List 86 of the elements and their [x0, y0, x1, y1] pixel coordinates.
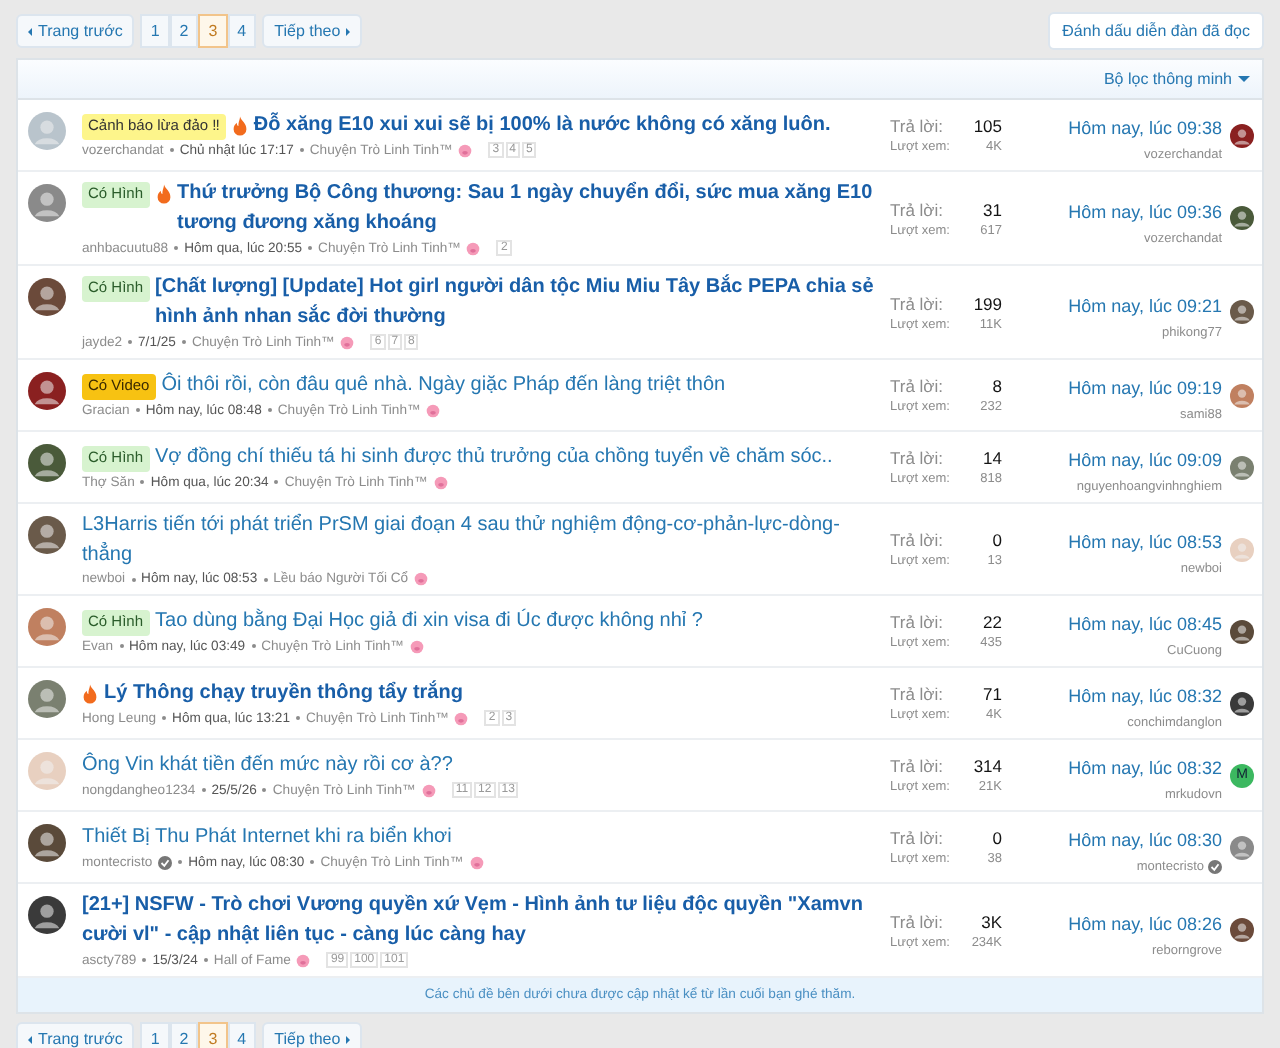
verified-icon	[158, 855, 173, 870]
last-post-link[interactable]: Hôm nay, lúc 08:45	[1068, 614, 1222, 634]
replies-label: Trả lời:	[890, 911, 944, 931]
last-post-link[interactable]: Hôm nay, lúc 08:30	[1068, 830, 1222, 850]
page-link[interactable]: 4	[227, 14, 257, 48]
emoji-icon	[458, 143, 473, 158]
thread-title-link[interactable]: Ôi thôi rồi, còn đâu quê nhà. Ngày giặc Pháp đến làng triệt thôn	[161, 372, 878, 402]
avatar-icon[interactable]	[28, 444, 66, 482]
thread-title-link[interactable]: Lý Thông chạy truyền thông tẩy trắng	[104, 679, 878, 709]
reply-count: 71	[983, 684, 1002, 704]
reply-count: 199	[973, 293, 1002, 313]
replies-label: Trả lời:	[890, 199, 944, 219]
next-page-link[interactable]: Tiếp theo	[262, 1022, 363, 1048]
reply-count: 3K	[981, 911, 1002, 931]
flame-icon	[155, 184, 172, 204]
flame-icon	[82, 683, 98, 704]
emoji-icon	[433, 475, 448, 490]
page-link[interactable]: 3	[198, 1022, 228, 1048]
reply-count: 314	[973, 756, 1002, 776]
reply-count: 0	[992, 530, 1002, 550]
avatar-icon[interactable]	[1230, 691, 1254, 715]
mark-read-button[interactable]: Đánh dấu diễn đàn đã đọc	[1048, 12, 1264, 50]
thread-title-link[interactable]: L3Harris tiến tới phát triển PrSM giai đoạn 4 sau thử nghiệm động-cơ-phản-lực-dòng-thẳng	[82, 512, 878, 570]
page-link[interactable]: 2	[169, 14, 199, 48]
reply-count: 0	[992, 828, 1002, 848]
flame-icon	[231, 115, 248, 136]
reply-count: 22	[983, 612, 1002, 632]
previous-page-link[interactable]: Trang trước	[16, 14, 135, 48]
last-post-link[interactable]: Hôm nay, lúc 08:53	[1068, 532, 1222, 552]
avatar-icon[interactable]	[1230, 619, 1254, 643]
next-page-link[interactable]: Tiếp theo	[262, 14, 363, 48]
replies-label: Trả lời:	[890, 828, 944, 848]
avatar-icon[interactable]	[1230, 300, 1254, 324]
emoji-icon	[409, 639, 424, 654]
page-link[interactable]: 3	[198, 14, 228, 48]
emoji-icon	[296, 953, 311, 967]
avatar-icon[interactable]	[28, 896, 66, 934]
reply-count: 14	[983, 448, 1002, 468]
thread-title-link[interactable]: Vợ đồng chí thiếu tá hi sinh được thủ trưởng của chồng tuyển về chăm sóc..	[155, 444, 878, 474]
emoji-icon	[414, 572, 429, 586]
thread-title-link[interactable]: Ông Vin khát tiền đến mức này rồi cơ à??	[82, 751, 878, 781]
thread-title-link[interactable]: [Chất lượng] [Update] Hot girl người dân tộc Miu Miu Tây Bắc PEPA chia sẻ hình ảnh nhan sắc đời thường	[155, 274, 878, 332]
avatar-icon[interactable]	[1230, 123, 1254, 147]
avatar-icon[interactable]	[28, 372, 66, 410]
thread-title-link[interactable]: Đỗ xăng E10 xui xui sẽ bị 100% là nước không có xăng luôn.	[253, 111, 878, 141]
thread-title-link[interactable]: Thứ trưởng Bộ Công thương: Sau 1 ngày chuyển đổi, sức mua xăng E10 tương đương xăng khoáng	[177, 180, 878, 238]
page-link[interactable]: 1	[140, 14, 170, 48]
verified-icon	[1208, 860, 1222, 874]
avatar-icon[interactable]	[28, 824, 66, 862]
last-post-link[interactable]: Hôm nay, lúc 09:38	[1068, 118, 1222, 138]
thread-title-link[interactable]: [21+] NSFW - Trò chơi Vương quyền xứ Vẹm - Hình ảnh tư liệu độc quyền "Xamvn cười vl" - cập nhật liên tục - càng lúc càng hay	[82, 892, 878, 950]
avatar-icon[interactable]	[1230, 206, 1254, 230]
emoji-icon	[466, 241, 481, 255]
replies-label: Trả lời:	[890, 448, 944, 468]
replies-label: Trả lời:	[890, 530, 944, 550]
avatar-icon[interactable]	[28, 278, 66, 316]
last-post-link[interactable]: Hôm nay, lúc 09:21	[1068, 295, 1222, 315]
reply-count: 8	[992, 376, 1002, 396]
last-post-link[interactable]: Hôm nay, lúc 08:26	[1068, 913, 1222, 933]
thread-title-link[interactable]: Tao dùng bằng Đại Học giả đi xin visa đi Úc được không nhỉ ?	[155, 608, 878, 638]
last-post-link[interactable]: Hôm nay, lúc 09:09	[1068, 450, 1222, 470]
emoji-icon	[340, 335, 355, 349]
page-link[interactable]: 1	[140, 1022, 170, 1048]
emoji-icon	[469, 855, 484, 870]
avatar-icon[interactable]	[28, 516, 66, 554]
reply-count: 105	[973, 116, 1002, 136]
replies-label: Trả lời:	[890, 293, 944, 313]
emoji-icon	[426, 403, 441, 418]
last-post-link[interactable]: Hôm nay, lúc 08:32	[1068, 758, 1222, 778]
page-link[interactable]: 2	[169, 1022, 199, 1048]
last-post-link[interactable]: Hôm nay, lúc 08:32	[1068, 686, 1222, 706]
filter-menu[interactable]: Bộ lọc thông minh	[1103, 70, 1250, 88]
last-post-link[interactable]: Hôm nay, lúc 09:36	[1068, 201, 1222, 221]
previous-page-link[interactable]: Trang trước	[16, 1022, 135, 1048]
replies-label: Trả lời:	[890, 756, 944, 776]
replies-label: Trả lời:	[890, 376, 944, 396]
emoji-icon	[454, 711, 469, 726]
emoji-icon	[421, 783, 436, 798]
replies-label: Trả lời:	[890, 684, 944, 704]
page-link[interactable]: 4	[227, 1022, 257, 1048]
thread-title-link[interactable]: Thiết Bị Thu Phát Internet khi ra biển khơi	[82, 824, 878, 854]
avatar-icon[interactable]	[1230, 918, 1254, 942]
last-post-link[interactable]: Hôm nay, lúc 09:19	[1068, 378, 1222, 398]
replies-label: Trả lời:	[890, 612, 944, 632]
replies-label: Trả lời:	[890, 116, 944, 136]
reply-count: 31	[983, 199, 1002, 219]
